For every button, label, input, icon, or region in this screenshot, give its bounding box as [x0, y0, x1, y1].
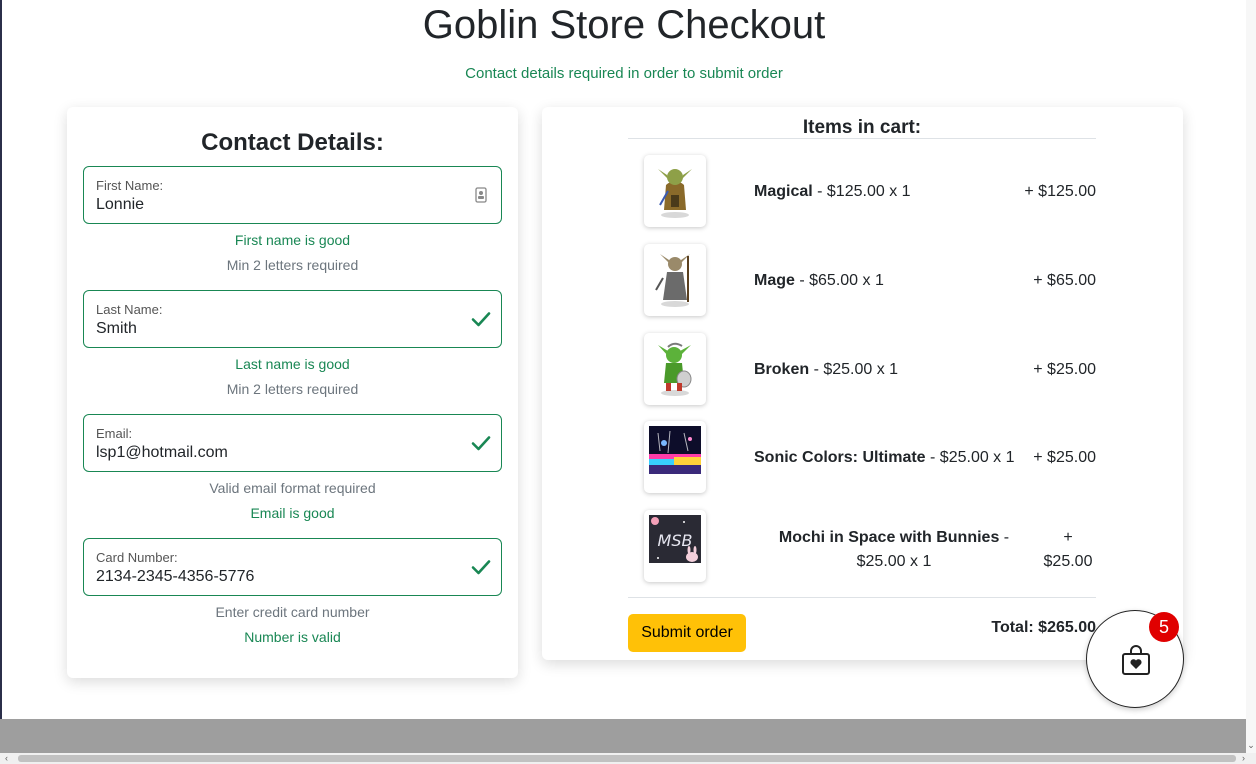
cart-divider-bottom: [628, 597, 1096, 598]
email-value[interactable]: lsp1@hotmail.com: [96, 443, 228, 463]
valid-check-icon: [471, 560, 491, 575]
scroll-down-arrow-icon[interactable]: ⌄: [1246, 740, 1256, 751]
first-name-value[interactable]: Lonnie: [96, 195, 144, 215]
email-field[interactable]: Email: lsp1@hotmail.com: [83, 414, 502, 472]
item-price-qty: - $25.00 x 1: [809, 361, 899, 378]
item-description: Sonic Colors: Ultimate - $25.00 x 1: [754, 448, 1015, 468]
contact-details-card: Contact Details: First Name: Lonnie Firs…: [67, 107, 518, 678]
item-thumbnail-goblin-magical: [644, 155, 706, 227]
last-name-hint: Min 2 letters required: [226, 381, 359, 397]
cart-item: Sonic Colors: Ultimate - $25.00 x 1 + $2…: [628, 421, 1096, 495]
item-price-qty: - $125.00 x 1: [812, 183, 911, 200]
item-description: Broken - $25.00 x 1: [754, 360, 898, 380]
cart-item: Mage - $65.00 x 1 + $65.00: [628, 244, 1096, 318]
card-number-value[interactable]: 2134-2345-4356-5776: [96, 567, 254, 587]
first-name-field[interactable]: First Name: Lonnie: [83, 166, 502, 224]
item-line-total: + $125.00: [1024, 183, 1096, 200]
email-hint: Valid email format required: [209, 480, 376, 496]
first-name-label: First Name:: [96, 178, 164, 193]
item-description: Magical - $125.00 x 1: [754, 182, 911, 202]
cart-count-badge: 5: [1149, 612, 1179, 642]
item-line-total: + $25.00: [1043, 529, 1093, 570]
horizontal-scroll-thumb[interactable]: [18, 755, 1236, 762]
first-name-status: First name is good: [234, 232, 351, 248]
email-status: Email is good: [250, 505, 335, 521]
valid-check-icon: [471, 312, 491, 327]
card-number-field[interactable]: Card Number: 2134-2345-4356-5776: [83, 538, 502, 596]
item-line-total: + $25.00: [1033, 449, 1096, 466]
cart-item: Broken - $25.00 x 1 + $25.00: [628, 333, 1096, 407]
cart-item: MSB Mochi in Space with Bunnies - $25.00…: [628, 510, 1096, 584]
valid-check-icon: [471, 436, 491, 451]
item-name: Magical: [754, 183, 813, 200]
item-name: Broken: [754, 361, 810, 378]
email-label: Email:: [96, 426, 133, 441]
item-thumbnail-sonic-colors: [644, 421, 706, 493]
window-edge: [0, 0, 2, 764]
page-title: Goblin Store Checkout: [422, 3, 826, 47]
cart-divider-top: [628, 138, 1096, 139]
item-thumbnail-mochi-in-space: MSB: [644, 510, 706, 582]
item-line-total: + $25.00: [1033, 361, 1096, 378]
item-description: Mage - $65.00 x 1: [754, 271, 884, 291]
item-name: Mochi in Space with Bunnies: [778, 529, 1000, 546]
contact-heading: Contact Details:: [201, 129, 384, 156]
item-line-total: + $65.00: [1033, 272, 1096, 289]
cart-card: Items in cart: Magical - $125.00 x 1 + $…: [542, 107, 1183, 660]
last-name-value[interactable]: Smith: [96, 319, 137, 339]
shopping-bag-icon: [1122, 645, 1150, 675]
scroll-left-arrow-icon[interactable]: ‹: [5, 753, 8, 764]
card-number-status: Number is valid: [244, 629, 341, 645]
vertical-scrollbar[interactable]: [1246, 0, 1256, 753]
item-thumbnail-goblin-broken: [644, 333, 706, 405]
last-name-label: Last Name:: [96, 302, 163, 317]
card-number-label: Card Number:: [96, 550, 178, 565]
item-description: Mochi in Space with Bunnies - $25.00 x 1: [754, 526, 1034, 574]
last-name-field[interactable]: Last Name: Smith: [83, 290, 502, 348]
svg-text:MSB: MSB: [658, 531, 693, 550]
cart-total: Total: $265.00: [991, 619, 1096, 636]
scroll-right-arrow-icon[interactable]: ›: [1242, 753, 1245, 764]
page-subtitle: Contact details required in order to sub…: [465, 65, 783, 82]
footer-bar: [0, 719, 1256, 753]
contact-card-icon[interactable]: [471, 185, 491, 205]
item-name: Sonic Colors: Ultimate: [754, 449, 926, 466]
horizontal-scrollbar[interactable]: ‹ ›: [0, 753, 1256, 764]
item-price-qty: - $65.00 x 1: [794, 272, 884, 289]
item-thumbnail-goblin-mage: [644, 244, 706, 316]
cart-item: Magical - $125.00 x 1 + $125.00: [628, 155, 1096, 229]
submit-order-button[interactable]: Submit order: [628, 614, 746, 652]
last-name-status: Last name is good: [235, 356, 350, 372]
item-price-qty: - $25.00 x 1: [925, 449, 1015, 466]
card-number-hint: Enter credit card number: [215, 604, 370, 620]
first-name-hint: Min 2 letters required: [226, 257, 359, 273]
item-name: Mage: [754, 272, 795, 289]
cart-heading: Items in cart:: [802, 117, 922, 138]
